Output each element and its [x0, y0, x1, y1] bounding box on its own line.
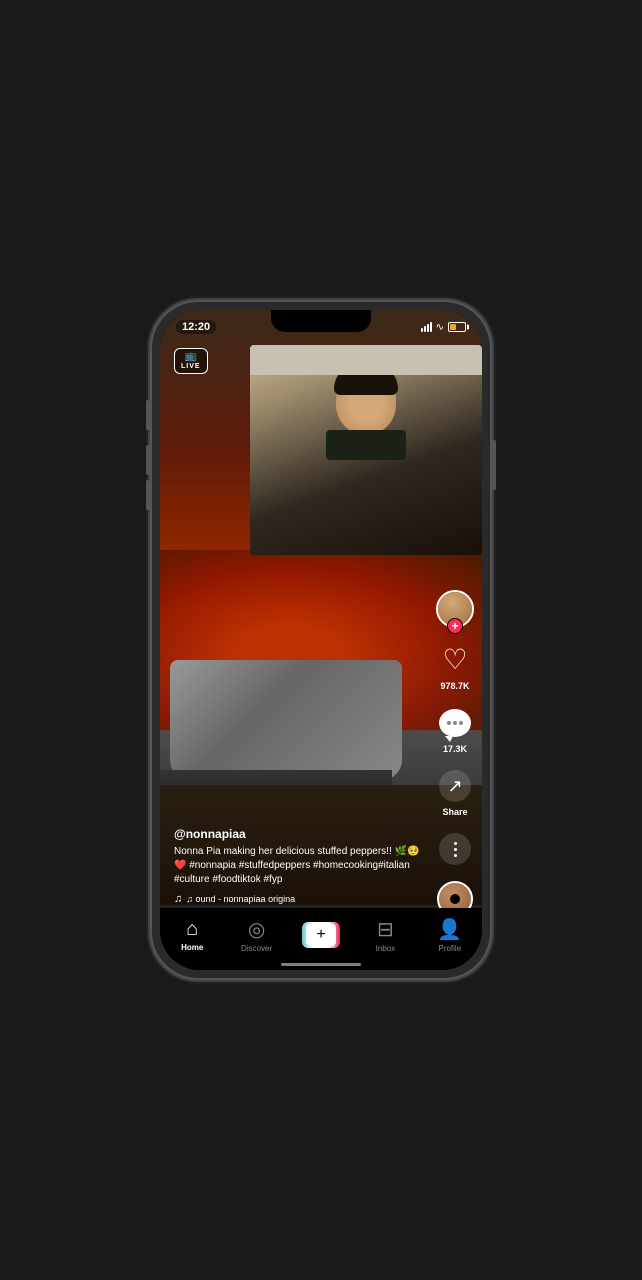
- live-tv-icon: 📺: [185, 352, 197, 362]
- discover-label: Discover: [241, 944, 272, 953]
- nav-inbox[interactable]: ⊟ Inbox: [353, 917, 417, 953]
- creator-avatar[interactable]: +: [436, 590, 474, 628]
- music-note-icon: ♫: [174, 893, 182, 905]
- status-icons: ∿: [421, 322, 466, 333]
- wifi-icon: ∿: [436, 322, 444, 333]
- share-icon: ↗: [437, 768, 473, 804]
- nav-create[interactable]: +: [289, 922, 353, 948]
- heart-icon: ♡: [437, 642, 473, 678]
- home-indicator: [281, 963, 361, 966]
- signal-icon: [421, 322, 432, 332]
- like-button[interactable]: ♡ 978.7K: [437, 642, 473, 691]
- create-button[interactable]: +: [302, 922, 340, 948]
- music-text: ♫ ound - nonnapiaa origina: [186, 894, 295, 904]
- phone-frame: 12:20 ∿: [150, 300, 492, 980]
- home-icon: ⌂: [186, 918, 198, 941]
- screen: 12:20 ∿: [160, 310, 482, 970]
- more-icon: [437, 831, 473, 867]
- inbox-icon: ⊟: [377, 917, 394, 942]
- inbox-label: Inbox: [376, 944, 396, 953]
- nav-discover[interactable]: ◎ Discover: [224, 917, 288, 953]
- profile-label: Profile: [438, 944, 461, 953]
- plus-icon: +: [306, 924, 336, 946]
- video-info: @nonnapiaa Nonna Pia making her deliciou…: [174, 827, 422, 905]
- comment-bubble: [439, 709, 471, 737]
- notch: [271, 310, 371, 332]
- live-text: LIVE: [181, 363, 201, 370]
- nav-home[interactable]: ⌂ Home: [160, 918, 224, 952]
- music-info[interactable]: ♫ ♫ ound - nonnapiaa origina: [174, 893, 422, 905]
- home-label: Home: [181, 943, 203, 952]
- discover-icon: ◎: [248, 917, 265, 942]
- comment-button[interactable]: 17.3K: [437, 705, 473, 754]
- battery-icon: [448, 322, 466, 332]
- like-count: 978.7K: [440, 681, 469, 691]
- pip-camera: [250, 345, 482, 555]
- comment-count: 17.3K: [443, 744, 467, 754]
- nav-profile[interactable]: 👤 Profile: [418, 917, 482, 953]
- video-caption: Nonna Pia making her delicious stuffed p…: [174, 845, 422, 887]
- comment-icon: [437, 705, 473, 741]
- follow-button[interactable]: +: [447, 618, 463, 634]
- more-button[interactable]: [437, 831, 473, 867]
- creator-username[interactable]: @nonnapiaa: [174, 827, 422, 841]
- share-label: Share: [442, 807, 467, 817]
- status-time: 12:20: [176, 320, 216, 334]
- phone-screen: 12:20 ∿: [160, 310, 482, 970]
- profile-icon: 👤: [437, 917, 462, 942]
- right-sidebar: + ♡ 978.7K: [436, 590, 474, 917]
- share-button[interactable]: ↗ Share: [437, 768, 473, 817]
- bottom-navigation: ⌂ Home ◎ Discover + ⊟ Inbox 👤: [160, 908, 482, 970]
- live-badge[interactable]: 📺 LIVE: [174, 348, 208, 374]
